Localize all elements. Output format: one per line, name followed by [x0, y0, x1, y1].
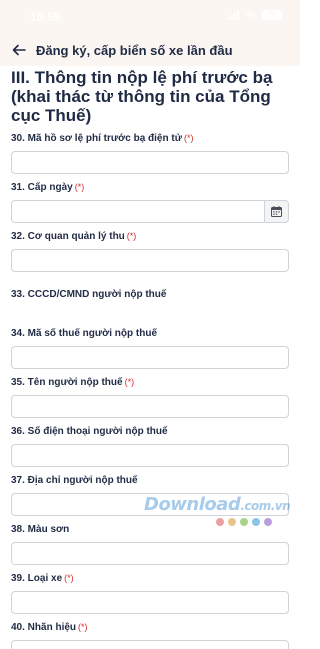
tax-office-input[interactable] [11, 249, 289, 272]
page-title: Đăng ký, cấp biển số xe lần đầu [36, 42, 233, 58]
watermark-dot [216, 518, 224, 526]
field-label: 39. Loại xe (*) [11, 573, 74, 584]
watermark-dot [240, 518, 248, 526]
field-label: 40. Nhãn hiệu (*) [11, 622, 88, 633]
vehicle-type-input[interactable] [11, 591, 289, 614]
arrow-left-icon [12, 44, 26, 56]
field-e-fee-code: 30. Mã hồ sơ lệ phí trước bạ điện tử (*) [11, 132, 289, 174]
watermark-dot [264, 518, 272, 526]
required-mark: (*) [64, 573, 74, 583]
watermark-dot [252, 518, 260, 526]
field-label: 37. Địa chỉ người nộp thuế [11, 475, 138, 486]
field-label: 36. Số điện thoại người nộp thuế [11, 426, 168, 437]
section-title: III. Thông tin nộp lệ phí trước bạ (khai… [11, 68, 273, 125]
field-taxpayer-phone: 36. Số điện thoại người nộp thuế [11, 425, 289, 467]
calendar-icon [271, 206, 282, 217]
form-content[interactable]: III. Thông tin nộp lệ phí trước bạ (khai… [0, 66, 300, 649]
brand-input[interactable] [11, 640, 289, 649]
field-taxpayer-name: 35. Tên người nộp thuế (*) [11, 376, 289, 418]
field-label: 33. CCCD/CMND người nộp thuế [11, 289, 167, 300]
status-bar: 10:55 76 [0, 0, 300, 34]
watermark-dots [216, 518, 272, 526]
taxpayer-phone-input[interactable] [11, 444, 289, 467]
wifi-icon [245, 11, 256, 19]
paint-color-input[interactable] [11, 542, 289, 565]
required-mark: (*) [124, 377, 135, 387]
field-taxpayer-tax-code: 34. Mã số thuế người nộp thuế [11, 327, 289, 369]
field-label: 32. Cơ quan quản lý thu (*) [11, 231, 137, 242]
e-fee-code-input[interactable] [11, 151, 289, 174]
field-paint-color: 38. Màu sơn [11, 523, 289, 565]
signal-icon [228, 10, 239, 20]
taxpayer-tax-code-input[interactable] [11, 346, 289, 369]
battery-icon: 76 [262, 10, 282, 20]
app-header: Đăng ký, cấp biển số xe lần đầu [0, 34, 300, 66]
watermark-logo: Download.com.vn [144, 494, 291, 515]
watermark-dot [228, 518, 236, 526]
field-taxpayer-id-card: 33. CCCD/CMND người nộp thuế [11, 288, 289, 301]
status-time: 10:55 [30, 10, 61, 24]
required-mark: (*) [126, 231, 137, 241]
field-label: 34. Mã số thuế người nộp thuế [11, 328, 158, 339]
taxpayer-name-input[interactable] [11, 395, 289, 418]
field-vehicle-type: 39. Loại xe (*) [11, 572, 289, 614]
field-tax-office: 32. Cơ quan quản lý thu (*) [11, 230, 289, 272]
status-icons: 76 [228, 10, 282, 20]
field-label: 31. Cấp ngày (*) [11, 182, 85, 193]
calendar-button[interactable] [264, 201, 288, 222]
back-button[interactable] [8, 39, 30, 61]
field-label: 35. Tên người nộp thuế (*) [11, 377, 135, 388]
field-label: 30. Mã hồ sơ lệ phí trước bạ điện tử (*) [11, 133, 194, 144]
field-issue-date: 31. Cấp ngày (*) [11, 181, 289, 223]
required-mark: (*) [78, 622, 88, 632]
required-mark: (*) [74, 182, 85, 192]
required-mark: (*) [183, 133, 194, 143]
issue-date-input[interactable] [11, 200, 289, 223]
field-brand: 40. Nhãn hiệu (*) [11, 621, 289, 649]
